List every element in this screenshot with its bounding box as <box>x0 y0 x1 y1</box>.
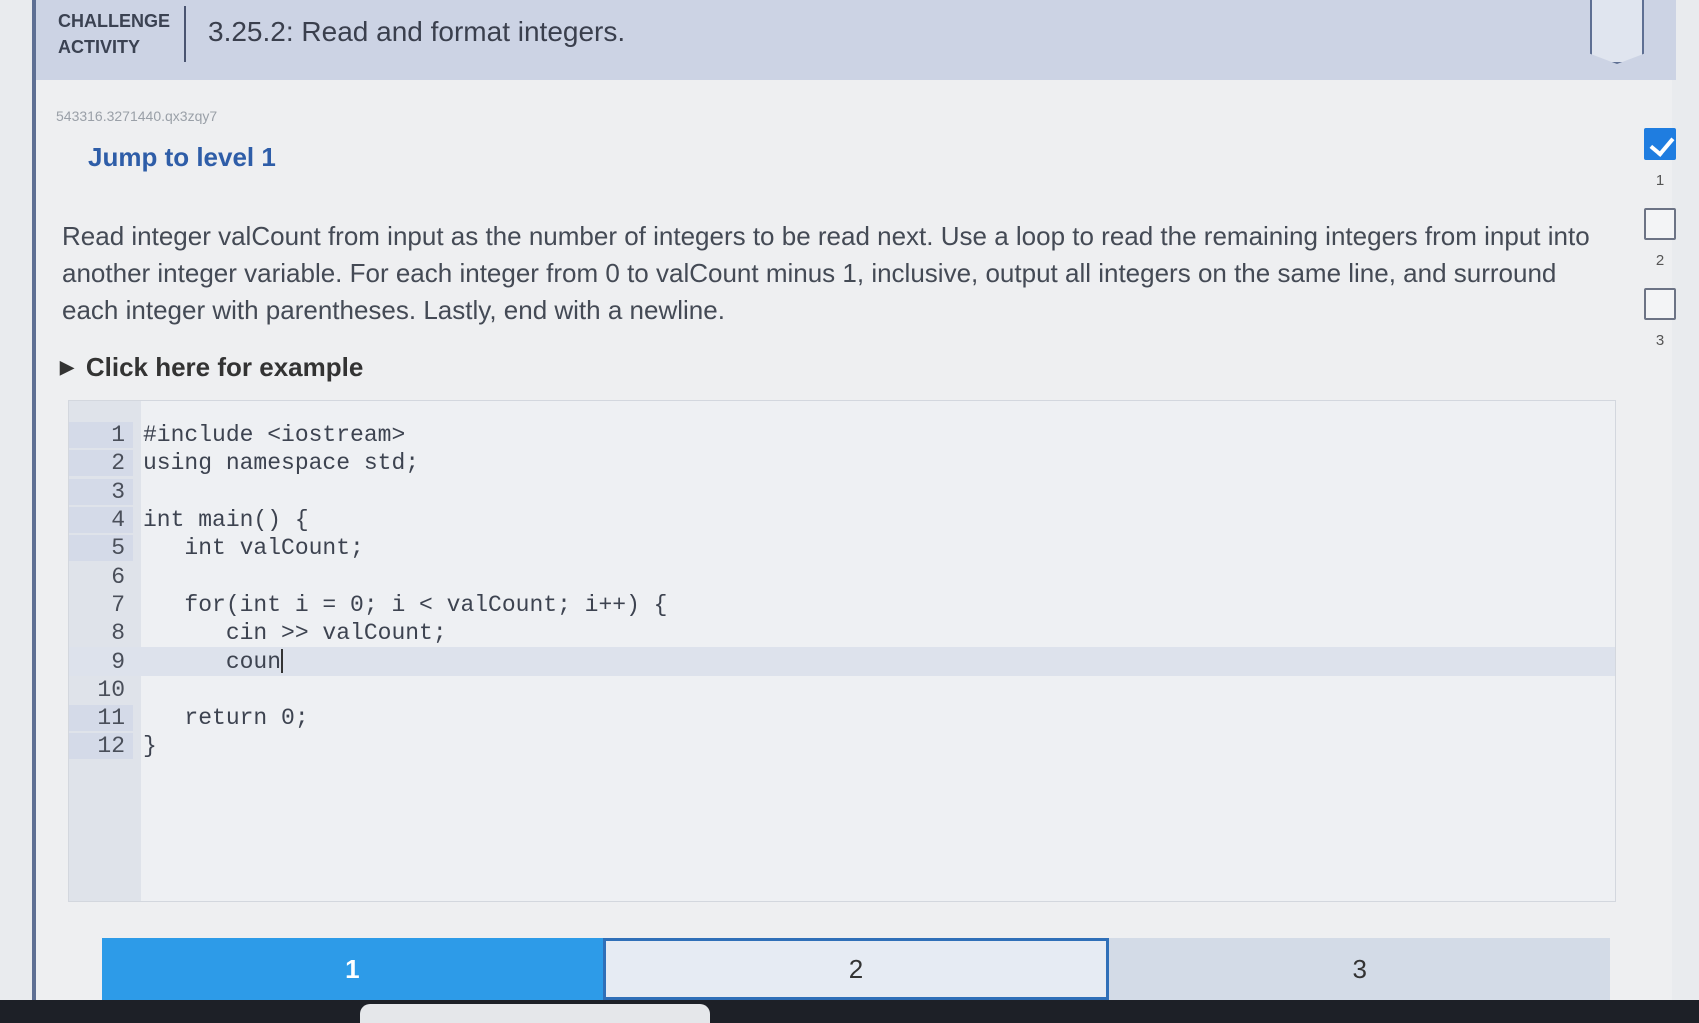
line-number: 7 <box>111 591 125 618</box>
code-line[interactable]: 6 <box>69 562 1615 590</box>
code-line[interactable]: 5 int valCount; <box>69 534 1615 562</box>
activity-type-line2: ACTIVITY <box>58 37 141 57</box>
code-lines[interactable]: 1 #include <iostream> 2 using namespace … <box>69 421 1615 761</box>
line-number: 11 <box>69 705 133 732</box>
code-line[interactable]: 11 return 0; <box>69 704 1615 732</box>
activity-id: 543316.3271440.qx3zqy7 <box>56 108 218 124</box>
code-text[interactable]: int main() { <box>133 507 309 533</box>
activity-title: 3.25.2: Read and format integers. <box>208 16 626 47</box>
code-text[interactable]: #include <iostream> <box>133 422 405 448</box>
code-line[interactable]: 7 for(int i = 0; i < valCount; i++) { <box>69 591 1615 619</box>
code-line[interactable]: 1 #include <iostream> <box>69 421 1615 449</box>
code-text[interactable]: } <box>133 733 157 759</box>
level-tabs: 1 2 3 <box>102 938 1611 1000</box>
expand-triangle-icon: ▶ <box>60 357 74 377</box>
tab-level-2[interactable]: 2 <box>602 938 1110 1000</box>
level-indicator-3[interactable]: 3 <box>1636 288 1684 368</box>
os-taskbar <box>0 1000 1699 1023</box>
line-number: 9 <box>111 648 125 675</box>
code-text[interactable]: return 0; <box>133 705 308 731</box>
level-number: 1 <box>1655 172 1665 189</box>
header-divider <box>184 6 186 62</box>
code-text[interactable]: cin >> valCount; <box>133 620 447 646</box>
activity-header: CHALLENGE ACTIVITY 3.25.2: Read and form… <box>36 0 1676 80</box>
code-text[interactable]: using namespace std; <box>133 450 419 476</box>
challenge-card: CHALLENGE ACTIVITY 3.25.2: Read and form… <box>32 0 1676 1000</box>
line-number: 8 <box>111 620 125 647</box>
bookmark-icon[interactable] <box>1590 0 1644 64</box>
text-caret <box>281 649 284 674</box>
code-line[interactable]: 4 int main() { <box>69 506 1615 534</box>
page: CHALLENGE ACTIVITY 3.25.2: Read and form… <box>0 0 1699 1023</box>
level-number: 3 <box>1655 332 1665 349</box>
code-text-content[interactable]: coun <box>143 649 281 675</box>
empty-checkbox-icon <box>1644 288 1676 320</box>
instructions-text: Read integer valCount from input as the … <box>62 221 1590 325</box>
code-text[interactable]: for(int i = 0; i < valCount; i++) { <box>133 592 667 618</box>
line-number: 6 <box>111 563 125 590</box>
level-progress: 1 2 3 <box>1636 128 1684 368</box>
code-text[interactable]: int valCount; <box>133 535 363 561</box>
tab-level-3[interactable]: 3 <box>1109 938 1611 1000</box>
line-number: 5 <box>69 535 133 562</box>
code-line[interactable]: 8 cin >> valCount; <box>69 619 1615 647</box>
taskbar-search-box[interactable] <box>360 1004 710 1023</box>
code-line[interactable]: 3 <box>69 478 1615 506</box>
example-toggle-label: Click here for example <box>85 352 364 382</box>
code-line-active[interactable]: 9 coun <box>69 647 1615 676</box>
jump-to-level-link[interactable]: Jump to level 1 <box>88 142 276 173</box>
code-text[interactable]: coun <box>133 649 284 675</box>
activity-type-label: CHALLENGE ACTIVITY <box>58 8 188 60</box>
line-number: 2 <box>69 450 133 477</box>
line-number: 3 <box>69 478 133 505</box>
checkmark-icon <box>1644 128 1676 160</box>
empty-checkbox-icon <box>1644 208 1676 240</box>
line-number: 4 <box>69 507 133 534</box>
tab-level-1[interactable]: 1 <box>102 938 603 1000</box>
code-editor[interactable]: 1 #include <iostream> 2 using namespace … <box>68 400 1616 902</box>
level-indicator-1[interactable]: 1 <box>1636 128 1684 208</box>
code-line[interactable]: 2 using namespace std; <box>69 449 1615 477</box>
line-number: 1 <box>69 422 133 449</box>
line-number: 10 <box>97 676 125 703</box>
code-line[interactable]: 12 } <box>69 732 1615 760</box>
example-toggle[interactable]: ▶ Click here for example <box>60 352 363 383</box>
level-number: 2 <box>1655 252 1665 269</box>
level-indicator-2[interactable]: 2 <box>1636 208 1684 288</box>
code-line[interactable]: 10 <box>69 676 1615 704</box>
activity-type-line1: CHALLENGE <box>58 11 170 31</box>
line-number: 12 <box>69 733 133 760</box>
